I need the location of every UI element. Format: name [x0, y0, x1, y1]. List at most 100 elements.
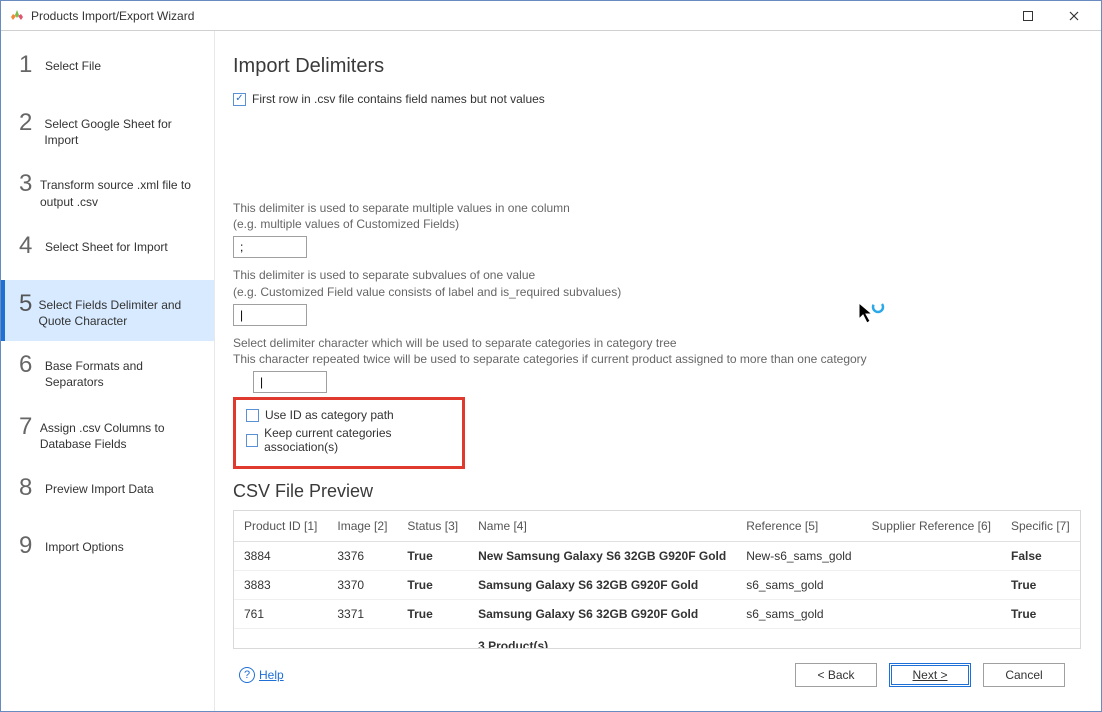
table-row[interactable]: 761 3371 True Samsung Galaxy S6 32GB G92… [234, 600, 1081, 629]
cell-specific: False [1001, 542, 1080, 571]
cell-base-price: 0.00 [1080, 571, 1081, 600]
step-label: Select Google Sheet for Import [40, 111, 204, 148]
product-count: 3 Product(s) [468, 629, 736, 649]
step-9[interactable]: 9 Import Options [1, 522, 214, 580]
table-row[interactable]: 3884 3376 True New Samsung Galaxy S6 32G… [234, 542, 1081, 571]
first-row-checkbox-row[interactable]: First row in .csv file contains field na… [233, 92, 1081, 106]
col-name[interactable]: Name [4] [468, 511, 736, 542]
checkbox-keep-assoc[interactable] [246, 434, 258, 447]
step-3[interactable]: 3 Transform source .xml file to output .… [1, 160, 214, 221]
step-label: Base Formats and Separators [41, 353, 204, 390]
hint-text: This delimiter is used to separate multi… [233, 200, 1081, 216]
close-button[interactable] [1051, 2, 1097, 30]
hint-text: Select delimiter character which will be… [233, 335, 1081, 351]
step-4[interactable]: 4 Select Sheet for Import [1, 222, 214, 280]
cell-supplier-ref [862, 600, 1001, 629]
wizard-body: 1 Select File 2 Select Google Sheet for … [1, 31, 1101, 711]
step-label: Import Options [41, 534, 124, 555]
next-button[interactable]: Next > [889, 663, 971, 687]
cell-name: New Samsung Galaxy S6 32GB G920F Gold [468, 542, 736, 571]
step-number: 7 [19, 415, 36, 439]
step-number: 6 [19, 353, 41, 377]
use-id-as-path-row[interactable]: Use ID as category path [246, 408, 452, 422]
cell-reference: s6_sams_gold [736, 600, 861, 629]
checkbox-use-id-as-path[interactable] [246, 409, 259, 422]
col-specific[interactable]: Specific [7] [1001, 511, 1080, 542]
checkbox-first-row-names[interactable] [233, 93, 246, 106]
cancel-button[interactable]: Cancel [983, 663, 1065, 687]
cell-reference: New-s6_sams_gold [736, 542, 861, 571]
app-icon [9, 8, 25, 24]
cell-supplier-ref [862, 542, 1001, 571]
cell-status: True [397, 600, 468, 629]
cell-base-price: 0.00 [1080, 600, 1081, 629]
checkbox-label: Keep current categories association(s) [264, 426, 452, 454]
hint-text: This character repeated twice will be us… [233, 351, 1081, 367]
subvalue-delimiter-input[interactable] [233, 304, 307, 326]
step-1[interactable]: 1 Select File [1, 41, 214, 99]
category-delimiter-group: Select delimiter character which will be… [233, 335, 1081, 393]
cell-product-id: 3884 [234, 542, 327, 571]
cell-name: Samsung Galaxy S6 32GB G920F Gold [468, 600, 736, 629]
step-label: Select Fields Delimiter and Quote Charac… [35, 292, 205, 329]
cell-specific: True [1001, 600, 1080, 629]
table-row[interactable]: 3883 3370 True Samsung Galaxy S6 32GB G9… [234, 571, 1081, 600]
step-number: 3 [19, 172, 36, 196]
step-number: 2 [19, 111, 40, 135]
checkbox-label: First row in .csv file contains field na… [252, 92, 545, 106]
col-base-price[interactable]: Base Price [8] [1080, 511, 1081, 542]
step-6[interactable]: 6 Base Formats and Separators [1, 341, 214, 402]
table-footer-row: 3 Product(s) [234, 629, 1081, 649]
cell-status: True [397, 542, 468, 571]
subvalue-delimiter-group: This delimiter is used to separate subva… [233, 267, 1081, 325]
step-2[interactable]: 2 Select Google Sheet for Import [1, 99, 214, 160]
csv-preview-table: Product ID [1] Image [2] Status [3] Name… [234, 511, 1081, 649]
step-label: Select File [41, 53, 101, 74]
step-label: Select Sheet for Import [41, 234, 168, 255]
titlebar: Products Import/Export Wizard [1, 1, 1101, 31]
cell-product-id: 3883 [234, 571, 327, 600]
back-button[interactable]: < Back [795, 663, 877, 687]
cell-product-id: 761 [234, 600, 327, 629]
cell-status: True [397, 571, 468, 600]
category-delimiter-input[interactable] [253, 371, 327, 393]
step-5[interactable]: 5 Select Fields Delimiter and Quote Char… [1, 280, 214, 341]
multi-value-delimiter-group: This delimiter is used to separate multi… [233, 200, 1081, 258]
preview-title: CSV File Preview [233, 481, 1081, 502]
col-supplier-ref[interactable]: Supplier Reference [6] [862, 511, 1001, 542]
col-reference[interactable]: Reference [5] [736, 511, 861, 542]
hint-text: This delimiter is used to separate subva… [233, 267, 1081, 283]
hint-text: (e.g. Customized Field value consists of… [233, 284, 1081, 300]
wizard-steps-sidebar: 1 Select File 2 Select Google Sheet for … [1, 31, 215, 711]
step-number: 4 [19, 234, 41, 258]
cell-reference: s6_sams_gold [736, 571, 861, 600]
help-link[interactable]: ? Help [239, 667, 284, 683]
cell-image: 3370 [327, 571, 397, 600]
wizard-main-panel: Import Delimiters First row in .csv file… [215, 31, 1101, 711]
step-label: Assign .csv Columns to Database Fields [36, 415, 204, 452]
cell-image: 3371 [327, 600, 397, 629]
help-label: Help [259, 668, 284, 682]
multi-value-delimiter-input[interactable] [233, 236, 307, 258]
col-status[interactable]: Status [3] [397, 511, 468, 542]
csv-preview-table-wrap[interactable]: Product ID [1] Image [2] Status [3] Name… [233, 510, 1081, 649]
step-7[interactable]: 7 Assign .csv Columns to Database Fields [1, 403, 214, 464]
hint-text: (e.g. multiple values of Customized Fiel… [233, 216, 1081, 232]
step-8[interactable]: 8 Preview Import Data [1, 464, 214, 522]
keep-current-assoc-row[interactable]: Keep current categories association(s) [246, 426, 452, 454]
cell-supplier-ref [862, 571, 1001, 600]
highlighted-options: Use ID as category path Keep current cat… [233, 397, 465, 469]
checkbox-label: Use ID as category path [265, 408, 394, 422]
table-header-row: Product ID [1] Image [2] Status [3] Name… [234, 511, 1081, 542]
cell-specific: True [1001, 571, 1080, 600]
col-product-id[interactable]: Product ID [1] [234, 511, 327, 542]
cell-image: 3376 [327, 542, 397, 571]
cell-name: Samsung Galaxy S6 32GB G920F Gold [468, 571, 736, 600]
cell-base-price: 0.00 [1080, 542, 1081, 571]
step-label: Preview Import Data [41, 476, 154, 497]
window-title: Products Import/Export Wizard [31, 9, 1005, 23]
step-label: Transform source .xml file to output .cs… [36, 172, 204, 209]
maximize-button[interactable] [1005, 2, 1051, 30]
step-number: 1 [19, 53, 41, 77]
col-image[interactable]: Image [2] [327, 511, 397, 542]
